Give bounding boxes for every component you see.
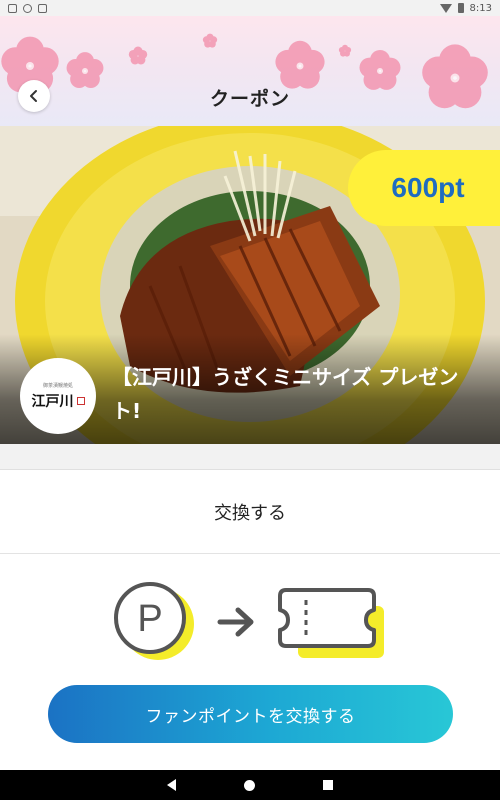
arrow-right-icon xyxy=(217,607,254,637)
nav-home-icon[interactable] xyxy=(244,779,255,791)
points-icon: P xyxy=(114,582,194,660)
status-bar: 8:13 xyxy=(0,0,500,16)
exchange-points-button[interactable]: ファンポイントを交換する xyxy=(48,685,453,743)
points-badge: 600pt xyxy=(348,150,500,226)
shop-logo-wordmark: 江戸川 xyxy=(32,391,85,411)
ticket-icon xyxy=(278,588,384,658)
coupon-hero-image: 600pt 御茶漬鰻焼処 江戸川 【江戸川】うざくミニサイズ プレゼント! xyxy=(0,126,500,444)
status-right-icons: 8:13 xyxy=(439,2,492,14)
notification-icon xyxy=(8,3,17,13)
status-left-icons xyxy=(8,3,47,13)
nav-recent-apps-icon[interactable] xyxy=(323,780,333,790)
shop-logo-text: 江戸川 xyxy=(31,393,74,410)
status-time: 8:13 xyxy=(469,2,492,14)
points-glyph: P xyxy=(137,598,162,640)
logo-stamp-icon xyxy=(76,396,85,405)
sync-icon xyxy=(23,3,32,13)
coupon-title: 【江戸川】うざくミニサイズ プレゼント! xyxy=(112,365,459,423)
battery-icon xyxy=(457,3,464,13)
nav-back-icon[interactable] xyxy=(167,779,176,791)
section-divider xyxy=(0,444,500,470)
shop-logo: 御茶漬鰻焼処 江戸川 xyxy=(20,358,96,434)
page-title: クーポン xyxy=(209,88,290,110)
shop-logo-subtitle: 御茶漬鰻焼処 xyxy=(42,382,73,389)
exchange-section-title: 交換する xyxy=(0,470,500,554)
clipboard-icon xyxy=(38,3,47,13)
wifi-icon xyxy=(439,3,452,13)
header: クーポン xyxy=(0,16,500,126)
exchange-diagram: P xyxy=(0,560,500,670)
system-nav-bar xyxy=(0,770,500,800)
